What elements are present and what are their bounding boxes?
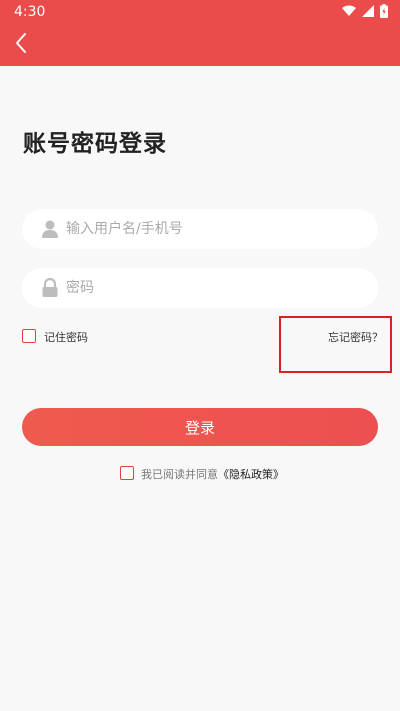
highlight-box <box>279 316 392 373</box>
back-button[interactable] <box>10 28 34 58</box>
password-input[interactable] <box>66 268 356 308</box>
status-icons <box>342 4 388 18</box>
wifi-icon <box>342 5 356 16</box>
user-icon <box>42 220 58 238</box>
page-title: 账号密码登录 <box>23 131 167 157</box>
lock-icon <box>42 278 58 297</box>
privacy-policy-link[interactable]: 《隐私政策》 <box>218 466 284 482</box>
password-field[interactable] <box>22 268 378 308</box>
remember-password-label[interactable]: 记住密码 <box>44 329 88 345</box>
username-field[interactable] <box>22 209 378 249</box>
chevron-left-icon <box>16 33 26 53</box>
status-time: 4:30 <box>14 4 46 20</box>
username-input[interactable] <box>66 209 356 249</box>
agreement-checkbox[interactable] <box>120 466 134 480</box>
agreement-text: 我已阅读并同意 <box>141 468 218 481</box>
remember-password-checkbox[interactable] <box>22 329 36 343</box>
signal-icon <box>362 5 374 17</box>
battery-icon <box>380 4 388 18</box>
app-header: 4:30 <box>0 0 400 66</box>
login-button[interactable]: 登录 <box>22 408 378 446</box>
